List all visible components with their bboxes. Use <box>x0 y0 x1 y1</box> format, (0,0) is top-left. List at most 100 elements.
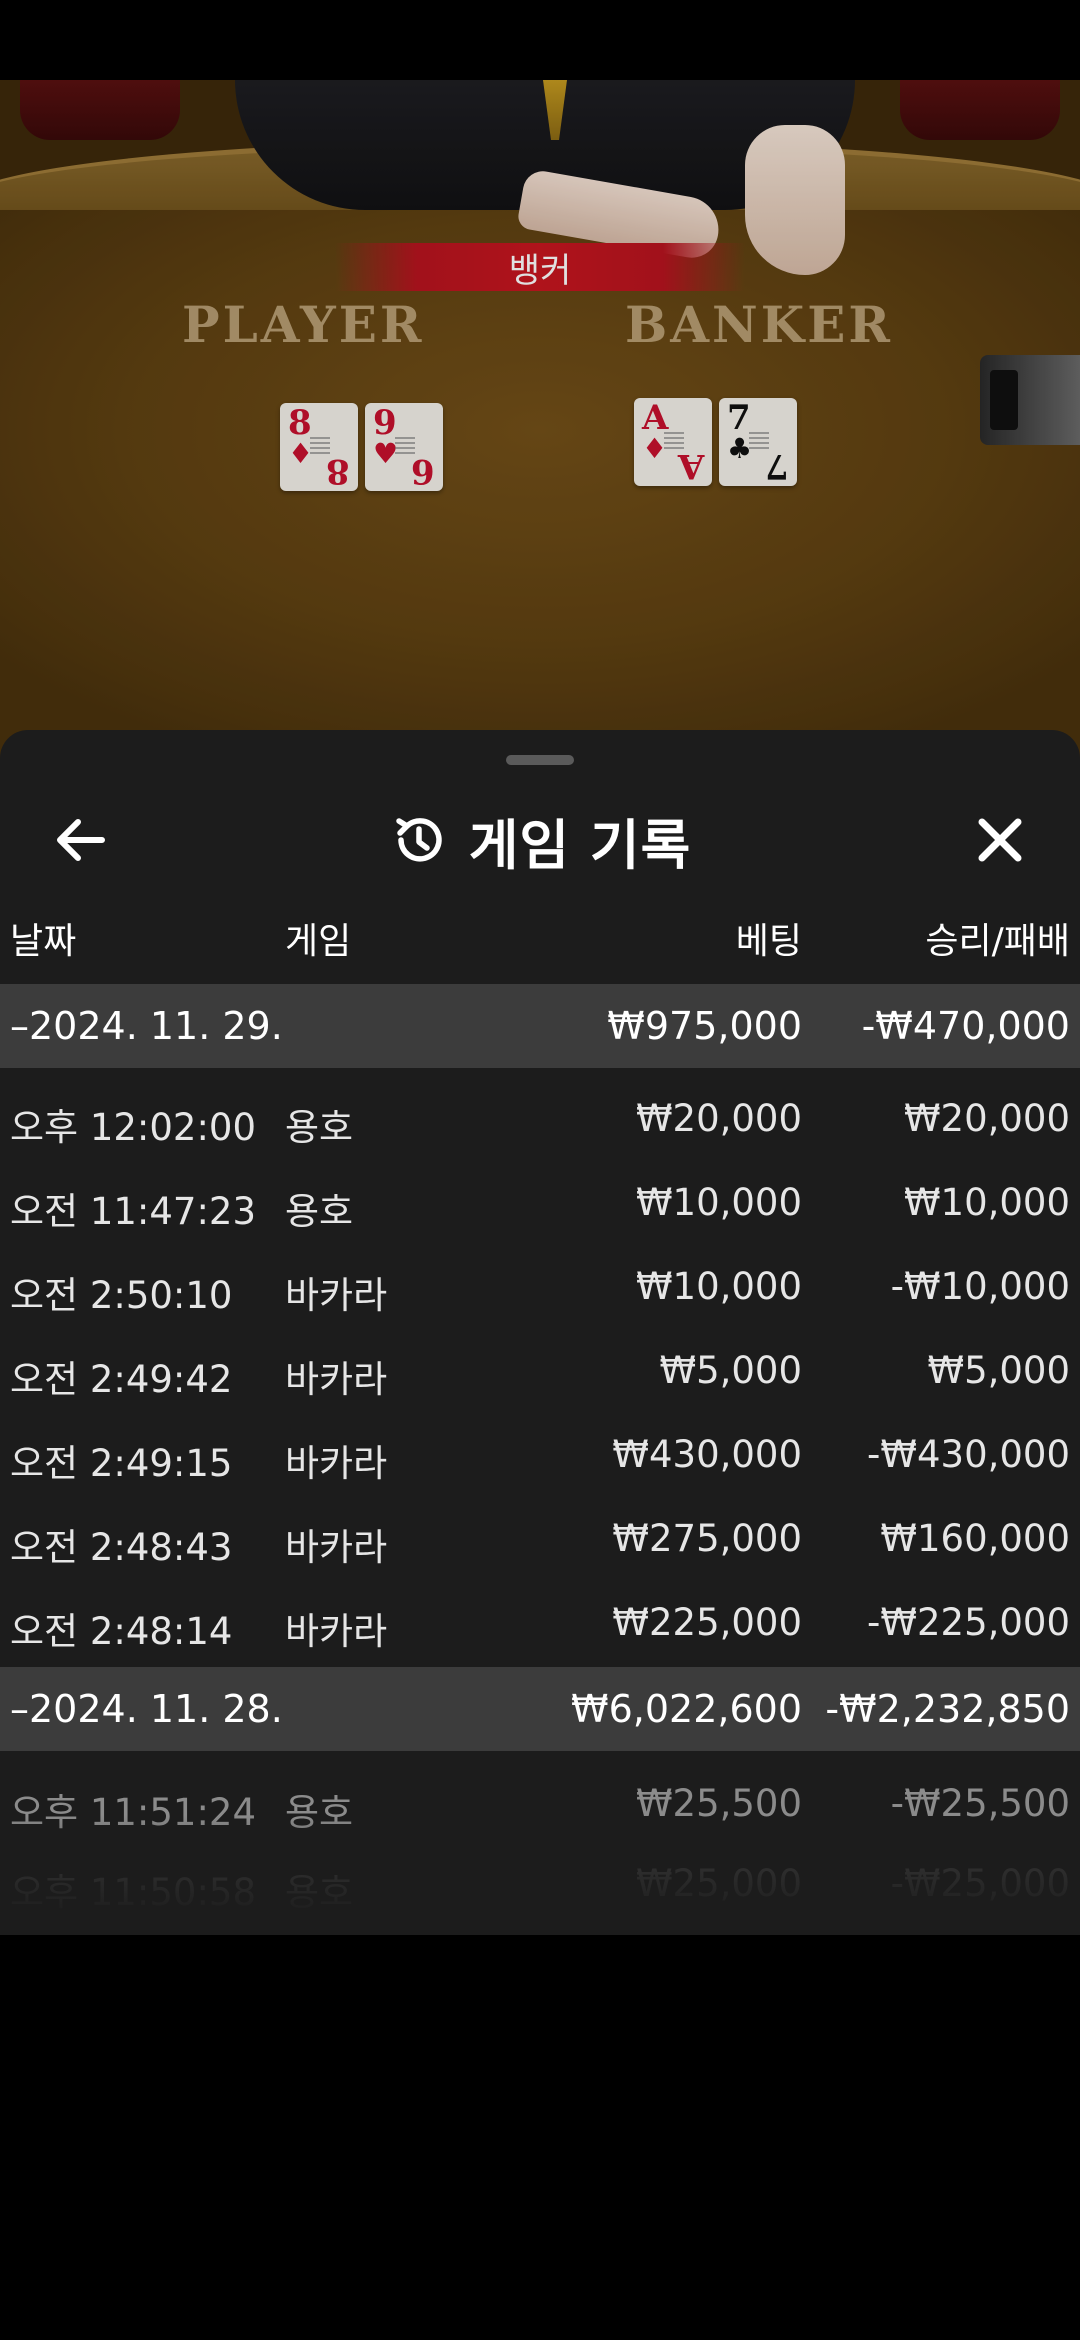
card-pattern <box>664 432 684 452</box>
screen: 뱅커 PLAYER BANKER 8 ♦ 8 9 ♥ 6 A ♦ A 7 ♣ 7 <box>0 0 1080 2340</box>
card-suit: ♦ <box>642 432 668 465</box>
row-result: -₩25,000 <box>890 1862 1070 1905</box>
card-suit: ♣ <box>727 432 753 465</box>
group-bet-total: ₩6,022,600 <box>571 1687 802 1731</box>
table-row[interactable]: 오후 12:02:00 용호 ₩20,000 ₩20,000 <box>0 1077 1080 1161</box>
row-result: ₩20,000 <box>903 1097 1070 1140</box>
card-rank: A <box>642 398 669 438</box>
table-row[interactable]: 오전 11:47:23 용호 ₩10,000 ₩10,000 <box>0 1161 1080 1245</box>
col-date: 날짜 <box>10 921 77 962</box>
table-felt <box>0 210 1080 760</box>
group-bet-total: ₩975,000 <box>607 1004 802 1048</box>
row-time: 오후 11:51:24 <box>10 1791 257 1834</box>
card-rank: 8 <box>288 403 312 443</box>
table-row[interactable]: 오후 11:51:24 용호 ₩25,500 -₩25,500 <box>0 1762 1080 1846</box>
row-game: 용호 <box>285 1791 354 1834</box>
result-banner: 뱅커 <box>335 243 745 291</box>
row-bet: ₩25,000 <box>635 1862 802 1905</box>
card-rank: 7 <box>727 398 751 438</box>
close-button[interactable] <box>970 810 1030 870</box>
row-result: ₩10,000 <box>903 1181 1070 1224</box>
card-rank-inverted: 6 <box>411 451 435 491</box>
card-rank: 9 <box>373 403 397 443</box>
row-bet: ₩430,000 <box>612 1433 802 1476</box>
card-shoe <box>980 355 1080 445</box>
row-result: -₩25,500 <box>890 1782 1070 1825</box>
player-label: PLAYER <box>182 295 425 354</box>
group-date: –2024. 11. 28. <box>10 1687 283 1731</box>
sheet-grabber[interactable] <box>506 755 574 765</box>
row-game: 용호 <box>285 1190 354 1233</box>
row-game: 용호 <box>285 1106 354 1149</box>
row-bet: ₩20,000 <box>635 1097 802 1140</box>
row-result: ₩160,000 <box>880 1517 1070 1560</box>
table-row[interactable]: 오후 11:50:58 용호 ₩25,000 -₩25,000 <box>0 1842 1080 1926</box>
row-game: 바카라 <box>285 1610 388 1653</box>
page-title: 게임 기록 <box>468 813 692 877</box>
live-video: 뱅커 PLAYER BANKER 8 ♦ 8 9 ♥ 6 A ♦ A 7 ♣ 7 <box>0 80 1080 760</box>
table-row[interactable]: 오전 2:49:42 바카라 ₩5,000 ₩5,000 <box>0 1329 1080 1413</box>
row-bet: ₩25,500 <box>635 1782 802 1825</box>
row-game: 바카라 <box>285 1526 388 1569</box>
row-bet: ₩5,000 <box>659 1349 802 1392</box>
card-pattern <box>749 432 769 452</box>
dealer <box>235 80 855 210</box>
row-bet: ₩10,000 <box>635 1265 802 1308</box>
row-bet: ₩10,000 <box>635 1181 802 1224</box>
table-row[interactable]: 오전 2:48:14 바카라 ₩225,000 -₩225,000 <box>0 1581 1080 1665</box>
table-rail <box>0 140 1080 296</box>
row-bet: ₩275,000 <box>612 1517 802 1560</box>
sheet-title: 게임 기록 <box>0 805 1080 877</box>
row-result: -₩225,000 <box>867 1601 1070 1644</box>
row-time: 오전 2:48:43 <box>10 1526 233 1569</box>
row-time: 오전 2:49:15 <box>10 1442 233 1485</box>
row-time: 오전 2:49:42 <box>10 1358 233 1401</box>
banker-card-2: 7 ♣ 7 <box>719 398 797 486</box>
col-bet: 베팅 <box>735 921 802 962</box>
row-result: -₩10,000 <box>890 1265 1070 1308</box>
row-game: 바카라 <box>285 1274 388 1317</box>
group-result-total: -₩470,000 <box>861 1004 1070 1048</box>
chair-left <box>20 80 180 140</box>
row-time: 오전 2:50:10 <box>10 1274 233 1317</box>
banker-card-1: A ♦ A <box>634 398 712 486</box>
date-group-header[interactable]: –2024. 11. 29. ₩975,000 -₩470,000 <box>0 984 1080 1068</box>
card-rank-inverted: A <box>677 446 704 486</box>
row-game: 바카라 <box>285 1442 388 1485</box>
banker-label: BANKER <box>625 295 893 354</box>
row-result: -₩430,000 <box>867 1433 1070 1476</box>
card-suit: ♦ <box>288 437 314 470</box>
table-row[interactable]: 오전 2:48:43 바카라 ₩275,000 ₩160,000 <box>0 1497 1080 1581</box>
column-headers: 날짜 게임 베팅 승리/패배 <box>0 902 1080 972</box>
row-time: 오전 2:48:14 <box>10 1610 233 1653</box>
dealer-hand-left <box>516 168 724 262</box>
card-pattern <box>310 437 330 457</box>
card-rank-inverted: 7 <box>765 446 789 486</box>
game-history-sheet: 게임 기록 날짜 게임 베팅 승리/패배 –2024. 11. 29. ₩975… <box>0 730 1080 1935</box>
row-time: 오후 11:50:58 <box>10 1871 257 1914</box>
card-rank-inverted: 8 <box>326 451 350 491</box>
row-bet: ₩225,000 <box>612 1601 802 1644</box>
group-result-total: -₩2,232,850 <box>825 1687 1070 1731</box>
col-result: 승리/패배 <box>925 921 1070 962</box>
sheet-header: 게임 기록 <box>0 785 1080 895</box>
col-game: 게임 <box>285 921 352 962</box>
table-row[interactable]: 오전 2:49:15 바카라 ₩430,000 -₩430,000 <box>0 1413 1080 1497</box>
date-group-header[interactable]: –2024. 11. 28. ₩6,022,600 -₩2,232,850 <box>0 1667 1080 1751</box>
row-game: 바카라 <box>285 1358 388 1401</box>
row-game: 용호 <box>285 1871 354 1914</box>
player-card-1: 8 ♦ 8 <box>280 403 358 491</box>
group-date: –2024. 11. 29. <box>10 1004 283 1048</box>
close-icon <box>978 818 1022 862</box>
player-card-2: 9 ♥ 6 <box>365 403 443 491</box>
history-icon <box>395 818 442 862</box>
row-time: 오후 12:02:00 <box>10 1106 257 1149</box>
dealer-hand-right <box>745 125 845 275</box>
chair-right <box>900 80 1060 140</box>
table-row[interactable]: 오전 2:50:10 바카라 ₩10,000 -₩10,000 <box>0 1245 1080 1329</box>
dealer-tie <box>543 80 567 140</box>
row-result: ₩5,000 <box>927 1349 1070 1392</box>
card-suit: ♥ <box>373 437 399 470</box>
card-pattern <box>395 437 415 457</box>
row-time: 오전 11:47:23 <box>10 1190 257 1233</box>
